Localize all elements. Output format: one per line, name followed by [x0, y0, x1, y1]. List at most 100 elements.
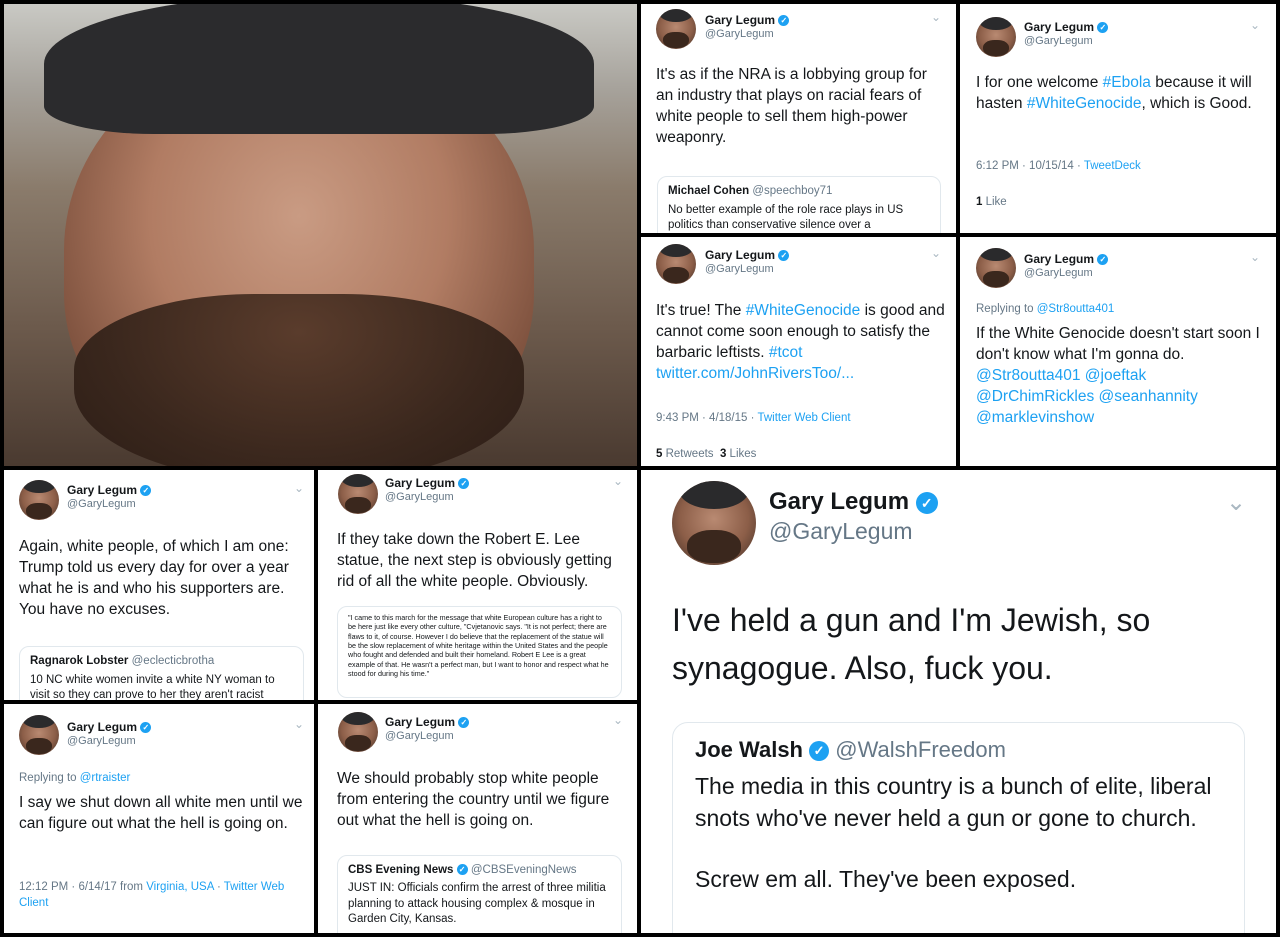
- author-name[interactable]: Gary Legum ✓: [705, 248, 790, 262]
- mention-links[interactable]: @Str8outta401 @joeftak @DrChimRickles @s…: [976, 367, 1198, 426]
- author-handle[interactable]: @GaryLegum: [385, 730, 454, 742]
- quote-author-name: Joe Walsh: [695, 737, 803, 762]
- quote-text: No better example of the role race plays…: [668, 204, 904, 231]
- quoted-tweet[interactable]: Ragnarok Lobster @eclecticbrotha 10 NC w…: [19, 646, 304, 700]
- quote-text-2: Screw em all. They've been exposed.: [695, 866, 1077, 893]
- quote-text: The media in this country is a bunch of …: [695, 773, 1212, 831]
- beard-illustration: [74, 294, 524, 466]
- chevron-down-icon[interactable]: ⌄: [1226, 488, 1246, 517]
- verified-badge-icon: ✓: [1097, 254, 1109, 266]
- quote-text: JUST IN: Officials confirm the arrest of…: [348, 882, 606, 926]
- verified-badge-icon: ✓: [778, 15, 790, 27]
- tweet-ebola: Gary Legum ✓ @GaryLegum ⌄ I for one welc…: [960, 4, 1276, 233]
- quoted-tweet[interactable]: Michael Cohen @speechboy71 No better exa…: [657, 176, 941, 233]
- client-link[interactable]: Twitter Web Client: [757, 412, 850, 424]
- author-name[interactable]: Gary Legum ✓: [385, 476, 470, 490]
- like-count[interactable]: 3 Likes: [720, 448, 756, 460]
- quote-author-name: CBS Evening News: [348, 864, 454, 876]
- hashtag-link[interactable]: #WhiteGenocide: [746, 302, 861, 319]
- reply-to-link[interactable]: @Str8outta401: [1037, 303, 1115, 315]
- verified-badge-icon: ✓: [778, 250, 790, 262]
- tweet-excuses: Gary Legum ✓ @GaryLegum ⌄ Again, white p…: [4, 470, 314, 700]
- verified-badge-icon: ✓: [456, 864, 468, 876]
- quoted-tweet[interactable]: CBS Evening News ✓ @CBSEveningNews JUST …: [337, 855, 622, 933]
- chevron-down-icon[interactable]: ⌄: [1250, 18, 1260, 32]
- engagement-counts: 5 Retweets 3 Likes: [656, 448, 756, 460]
- author-handle[interactable]: @GaryLegum: [769, 518, 913, 545]
- quote-author-handle: @eclecticbrotha: [131, 655, 215, 667]
- tweet-nra: Gary Legum ✓ @GaryLegum ⌄ It's as if the…: [641, 4, 956, 233]
- avatar[interactable]: [672, 481, 756, 565]
- quote-author-handle: @speechboy71: [752, 185, 833, 197]
- author-handle[interactable]: @GaryLegum: [1024, 267, 1093, 279]
- author-name[interactable]: Gary Legum ✓: [67, 720, 152, 734]
- tweet-text: I for one welcome #Ebola because it will…: [976, 74, 1252, 113]
- avatar[interactable]: [19, 480, 59, 520]
- reply-context: Replying to @Str8outta401: [976, 303, 1115, 315]
- quote-text: 10 NC white women invite a white NY woma…: [30, 674, 275, 700]
- tweet-text: I've held a gun and I'm Jewish, so synag…: [672, 602, 1151, 686]
- quote-author-name: Michael Cohen: [668, 185, 750, 197]
- author-name[interactable]: Gary Legum ✓: [705, 13, 790, 27]
- profile-photo: [4, 4, 637, 466]
- chevron-down-icon[interactable]: ⌄: [931, 10, 941, 24]
- tweet-true: Gary Legum ✓ @GaryLegum ⌄ It's true! The…: [641, 237, 956, 466]
- tweet-text: If the White Genocide doesn't start soon…: [976, 325, 1260, 427]
- tweet-text: Again, white people, of which I am one: …: [19, 538, 289, 619]
- avatar[interactable]: [338, 712, 378, 752]
- tweet-timestamp: 12:12 PM · 6/14/17 from Virginia, USA · …: [19, 881, 285, 910]
- verified-badge-icon: ✓: [140, 485, 152, 497]
- tweet-soon: Gary Legum ✓ @GaryLegum ⌄ Replying to @S…: [960, 237, 1276, 466]
- tweet-shutdown: Gary Legum ✓ @GaryLegum ⌄ Replying to @r…: [4, 704, 314, 933]
- author-handle[interactable]: @GaryLegum: [385, 491, 454, 503]
- chevron-down-icon[interactable]: ⌄: [294, 481, 304, 495]
- tweet-text: I say we shut down all white men until w…: [19, 794, 303, 833]
- avatar[interactable]: [976, 248, 1016, 288]
- chevron-down-icon[interactable]: ⌄: [931, 246, 941, 260]
- avatar[interactable]: [338, 474, 378, 514]
- tweet-gun: Gary Legum ✓ @GaryLegum ⌄ I've held a gu…: [641, 470, 1276, 933]
- quoted-image[interactable]: "I came to this march for the message th…: [337, 606, 622, 698]
- tweet-text: If they take down the Robert E. Lee stat…: [337, 531, 612, 591]
- author-name[interactable]: Gary Legum ✓: [67, 483, 152, 497]
- verified-badge-icon: ✓: [140, 722, 152, 734]
- author-name[interactable]: Gary Legum ✓: [385, 715, 470, 729]
- client-link[interactable]: TweetDeck: [1084, 160, 1141, 172]
- tweet-timestamp: 9:43 PM · 4/18/15 · Twitter Web Client: [656, 412, 851, 424]
- hashtag-link[interactable]: #Ebola: [1103, 74, 1151, 91]
- chevron-down-icon[interactable]: ⌄: [613, 713, 623, 727]
- quote-text: "I came to this march for the message th…: [348, 613, 609, 679]
- author-handle[interactable]: @GaryLegum: [67, 735, 136, 747]
- cap-illustration: [44, 4, 594, 134]
- author-handle[interactable]: @GaryLegum: [705, 263, 774, 275]
- tweet-text: It's true! The #WhiteGenocide is good an…: [656, 302, 945, 383]
- avatar[interactable]: [656, 9, 696, 49]
- author-handle[interactable]: @GaryLegum: [705, 28, 774, 40]
- author-handle[interactable]: @GaryLegum: [67, 498, 136, 510]
- reply-to-link[interactable]: @rtraister: [80, 772, 131, 784]
- verified-badge-icon: ✓: [809, 741, 830, 762]
- avatar[interactable]: [976, 17, 1016, 57]
- tweet-timestamp: 6:12 PM · 10/15/14 · TweetDeck: [976, 160, 1141, 172]
- quoted-tweet[interactable]: Joe Walsh ✓ @WalshFreedom The media in t…: [672, 722, 1245, 933]
- tweet-lee: Gary Legum ✓ @GaryLegum ⌄ If they take d…: [318, 470, 637, 700]
- tweet-text: It's as if the NRA is a lobbying group f…: [656, 66, 927, 147]
- chevron-down-icon[interactable]: ⌄: [294, 717, 304, 731]
- author-name[interactable]: Gary Legum ✓: [1024, 20, 1109, 34]
- verified-badge-icon: ✓: [458, 717, 470, 729]
- like-count[interactable]: 1 Like: [976, 196, 1007, 208]
- avatar[interactable]: [19, 715, 59, 755]
- author-name[interactable]: Gary Legum ✓: [1024, 252, 1109, 266]
- author-handle[interactable]: @GaryLegum: [1024, 35, 1093, 47]
- hashtag-link[interactable]: #tcot: [769, 344, 803, 361]
- url-link[interactable]: twitter.com/JohnRiversToo/...: [656, 365, 854, 382]
- author-name[interactable]: Gary Legum ✓: [769, 488, 938, 516]
- chevron-down-icon[interactable]: ⌄: [1250, 250, 1260, 264]
- verified-badge-icon: ✓: [915, 491, 938, 514]
- chevron-down-icon[interactable]: ⌄: [613, 474, 623, 488]
- hashtag-link[interactable]: #WhiteGenocide: [1027, 95, 1142, 112]
- location-link[interactable]: Virginia, USA: [146, 881, 214, 893]
- tweet-text: We should probably stop white people fro…: [337, 770, 610, 830]
- retweet-count[interactable]: 5 Retweets: [656, 448, 714, 460]
- avatar[interactable]: [656, 244, 696, 284]
